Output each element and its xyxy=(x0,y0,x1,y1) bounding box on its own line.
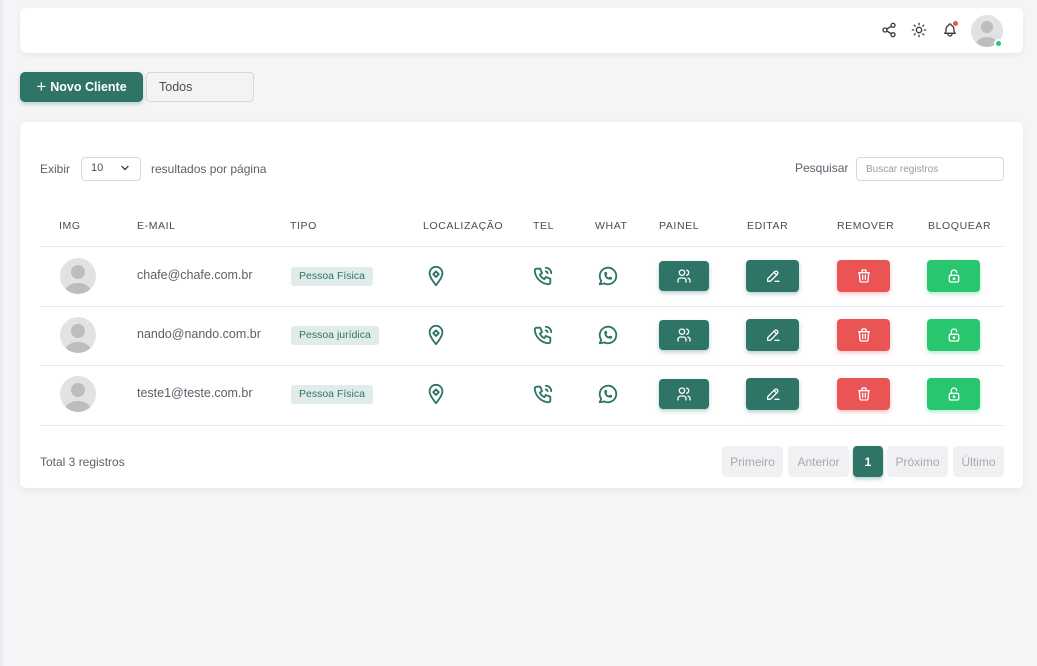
search-label: Pesquisar xyxy=(795,161,849,175)
table-row: chafe@chafe.com.br Pessoa Física xyxy=(20,247,1023,306)
panel-button[interactable] xyxy=(659,320,709,350)
plus-icon: + xyxy=(36,76,47,96)
pagination-next[interactable]: Próximo xyxy=(887,446,948,477)
pencil-icon xyxy=(766,329,780,341)
pagination-previous[interactable]: Anterior xyxy=(788,446,849,477)
remove-button[interactable] xyxy=(837,260,890,292)
new-client-button[interactable]: + Novo Cliente xyxy=(20,72,143,102)
client-email: nando@nando.com.br xyxy=(137,327,261,341)
client-avatar xyxy=(60,258,96,294)
whatsapp-icon[interactable] xyxy=(597,324,619,351)
map-pin-icon[interactable] xyxy=(425,265,447,292)
client-type-badge: Pessoa Física xyxy=(291,267,373,286)
bell-icon[interactable] xyxy=(941,21,959,39)
map-pin-icon[interactable] xyxy=(425,324,447,351)
remove-button[interactable] xyxy=(837,319,890,351)
online-status-dot xyxy=(994,39,1003,48)
pencil-icon xyxy=(766,388,780,400)
share-icon[interactable] xyxy=(880,21,898,39)
client-email: teste1@teste.com.br xyxy=(137,386,253,400)
column-header-tipo: TIPO xyxy=(290,220,317,232)
client-type-badge: Pessoa jurídica xyxy=(291,326,379,345)
pencil-icon xyxy=(766,270,780,282)
lock-open-icon xyxy=(948,387,959,401)
pagination-last[interactable]: Último xyxy=(953,446,1004,477)
left-edge xyxy=(0,0,3,666)
whatsapp-icon[interactable] xyxy=(597,383,619,410)
block-button[interactable] xyxy=(927,260,980,292)
block-button[interactable] xyxy=(927,378,980,410)
column-header-tel: TEL xyxy=(533,220,555,232)
client-avatar xyxy=(60,317,96,353)
remove-button[interactable] xyxy=(837,378,890,410)
show-label: Exibir xyxy=(40,162,71,176)
client-type-badge: Pessoa Física xyxy=(291,385,373,404)
search-input[interactable] xyxy=(856,157,1004,181)
client-email: chafe@chafe.com.br xyxy=(137,268,253,282)
client-avatar xyxy=(60,376,96,412)
column-header-img: IMG xyxy=(59,220,81,232)
panel-button[interactable] xyxy=(659,261,709,291)
map-pin-icon[interactable] xyxy=(425,383,447,410)
column-header-remover: REMOVER xyxy=(837,220,895,232)
client-filter-select[interactable]: Todos xyxy=(146,72,254,102)
trash-icon xyxy=(857,269,870,283)
column-header-painel: PAINEL xyxy=(659,220,700,232)
divider xyxy=(40,425,1004,426)
block-button[interactable] xyxy=(927,319,980,351)
sun-icon[interactable] xyxy=(910,21,928,39)
phone-call-icon[interactable] xyxy=(532,324,554,351)
total-records: Total 3 registros xyxy=(40,455,125,469)
edit-button[interactable] xyxy=(746,378,799,410)
users-icon xyxy=(677,328,691,342)
notification-dot xyxy=(953,21,958,26)
column-header-editar: EDITAR xyxy=(747,220,789,232)
pagination-page-1[interactable]: 1 xyxy=(853,446,883,477)
page-length-select[interactable]: 10 xyxy=(81,157,141,181)
page-length-value: 10 xyxy=(91,162,104,174)
phone-call-icon[interactable] xyxy=(532,265,554,292)
pagination-first[interactable]: Primeiro xyxy=(722,446,783,477)
panel-button[interactable] xyxy=(659,379,709,409)
users-icon xyxy=(677,269,691,283)
column-header-localizacao: LOCALIZAÇÃO xyxy=(423,220,504,232)
edit-button[interactable] xyxy=(746,260,799,292)
phone-call-icon[interactable] xyxy=(532,383,554,410)
edit-button[interactable] xyxy=(746,319,799,351)
clients-table-card: Exibir 10 resultados por página Pesquisa… xyxy=(20,122,1023,488)
column-header-what: WHAT xyxy=(595,220,628,232)
table-row: nando@nando.com.br Pessoa jurídica xyxy=(20,306,1023,365)
chevron-down-icon xyxy=(121,165,129,171)
per-page-label: resultados por página xyxy=(151,162,267,176)
trash-icon xyxy=(857,387,870,401)
new-client-label: Novo Cliente xyxy=(50,80,127,94)
client-filter-value: Todos xyxy=(159,80,193,94)
table-row: teste1@teste.com.br Pessoa Física xyxy=(20,365,1023,424)
whatsapp-icon[interactable] xyxy=(597,265,619,292)
lock-open-icon xyxy=(948,328,959,342)
trash-icon xyxy=(857,328,870,342)
users-icon xyxy=(677,387,691,401)
top-navbar xyxy=(20,8,1023,53)
column-header-bloquear: BLOQUEAR xyxy=(928,220,992,232)
column-header-email: E-MAIL xyxy=(137,220,176,232)
lock-open-icon xyxy=(948,269,959,283)
